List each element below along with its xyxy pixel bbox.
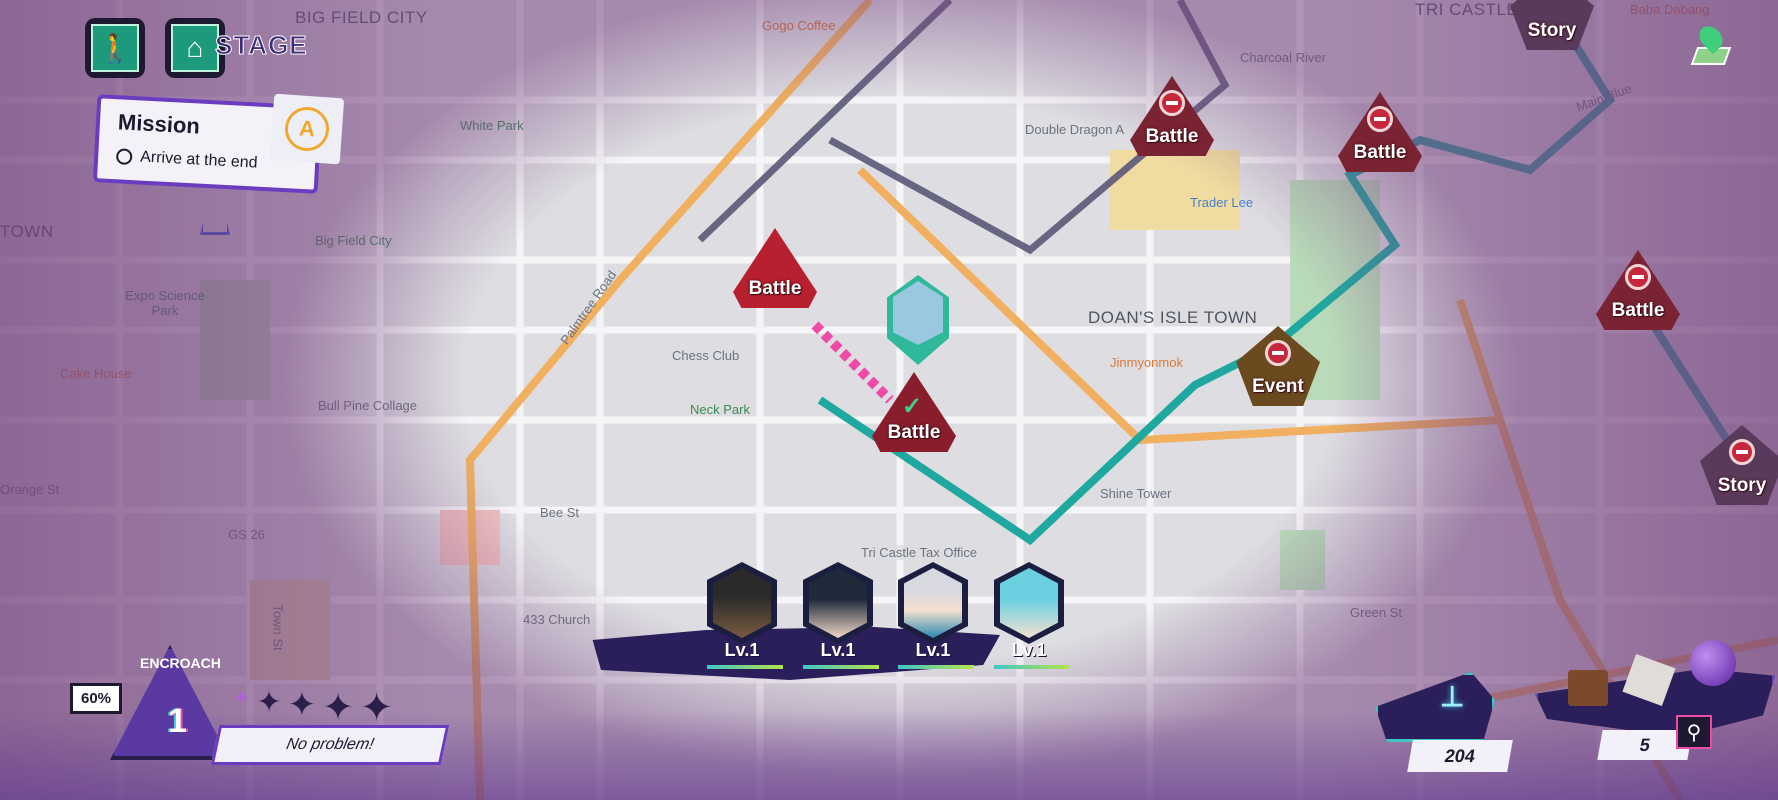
hero-level: Lv.1 xyxy=(1011,640,1047,660)
bolt-count: 204 xyxy=(1407,740,1513,772)
locked-icon xyxy=(1367,106,1393,132)
orb-icon[interactable] xyxy=(1690,640,1736,686)
treasure-chest-icon[interactable] xyxy=(1568,670,1608,706)
search-icon: ⚲ xyxy=(1686,721,1702,744)
hero-hp-bar xyxy=(707,665,783,669)
locked-icon xyxy=(1265,340,1291,366)
locked-icon xyxy=(1159,90,1185,116)
mission-title: Mission xyxy=(117,109,201,139)
hero-level: Lv.1 xyxy=(820,640,856,660)
rank-letter: A xyxy=(283,105,331,153)
hero-hp-bar xyxy=(994,665,1070,669)
map-label: Gogo Coffee xyxy=(762,18,836,33)
map-label: GS 26 xyxy=(228,527,265,542)
hero-face xyxy=(809,568,867,638)
encroach-label: ENCROACH xyxy=(140,655,221,671)
map-label: Charcoal River xyxy=(1240,50,1326,65)
objective-text: Arrive at the end xyxy=(139,148,258,172)
map-label: Baba Dabang xyxy=(1630,2,1710,17)
map-label: Jinmyonmok xyxy=(1110,355,1183,370)
objective-checkbox xyxy=(115,148,133,166)
hero-level: Lv.1 xyxy=(915,640,951,660)
rank-badge: A xyxy=(269,93,345,165)
map-label: Town St xyxy=(270,604,286,651)
map-label: TOWN xyxy=(0,222,54,241)
hero-face xyxy=(904,568,962,638)
encroach-percent: 60% xyxy=(70,683,123,714)
home-icon: ⌂ xyxy=(171,24,219,72)
exit-button[interactable]: 🚶 xyxy=(85,18,145,78)
encroach-level: 1 xyxy=(168,702,187,740)
search-button[interactable]: ⚲ xyxy=(1676,715,1712,749)
map-label: Tri Castle Tax Office xyxy=(858,545,981,560)
map-label: White Park xyxy=(460,118,524,133)
encroach-message: No problem! xyxy=(210,725,450,765)
map-label: Bee St xyxy=(540,505,580,520)
hero-level: Lv.1 xyxy=(724,640,760,660)
map-label: Chess Club xyxy=(672,348,740,363)
map-label: 433 Church xyxy=(523,612,591,627)
map-label: Cake House xyxy=(60,366,132,381)
map-button[interactable] xyxy=(1690,21,1732,65)
map-label: DOAN'S ISLE TOWN xyxy=(1088,308,1258,327)
map-label: BIG FIELD CITY xyxy=(295,8,428,27)
locked-icon xyxy=(1625,264,1651,290)
map-label: Big Field City xyxy=(315,233,392,248)
map-label: Orange St xyxy=(0,482,60,497)
map-label: Shine Tower xyxy=(1100,486,1172,501)
check-icon: ✓ xyxy=(902,393,923,420)
hero-hp-bar xyxy=(803,665,879,669)
map-label: Green St xyxy=(1350,605,1403,620)
map-label: Bull Pine Collage xyxy=(318,398,418,413)
player-avatar xyxy=(893,281,943,345)
stage-title: STAGE xyxy=(215,30,308,61)
mission-objective: Arrive at the end xyxy=(115,147,258,172)
hero-face xyxy=(1000,568,1058,638)
bolt-icon: ⊥ xyxy=(1440,681,1465,712)
map-label: Double Dragon A xyxy=(1025,122,1125,137)
map-label: Neck Park xyxy=(690,402,750,417)
exit-icon: 🚶 xyxy=(91,24,139,72)
hero-face xyxy=(713,568,771,638)
map-label: Trader Lee xyxy=(1190,195,1254,210)
map-label: Expo Science Park xyxy=(125,288,205,318)
hero-hp-bar xyxy=(898,665,974,669)
locked-icon xyxy=(1729,439,1755,465)
